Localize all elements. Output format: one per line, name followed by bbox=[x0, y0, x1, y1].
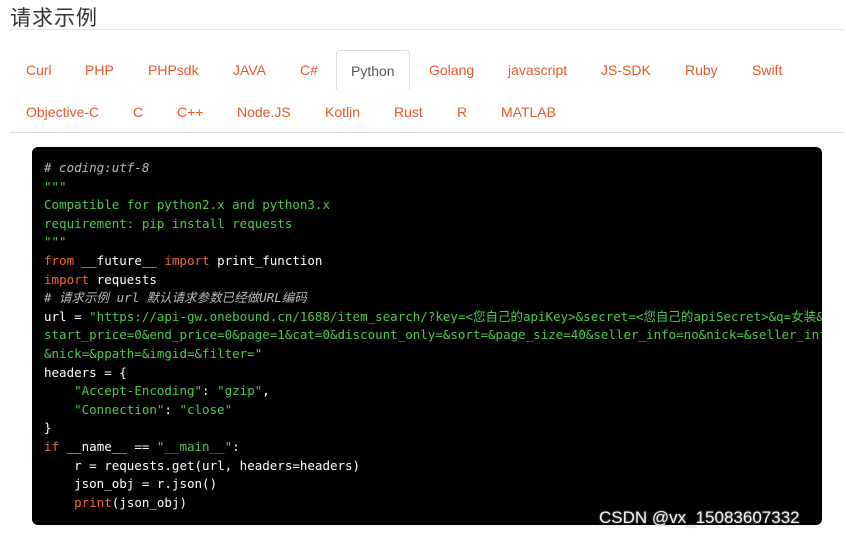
code-token: """ bbox=[44, 178, 67, 194]
tab-ruby[interactable]: Ruby bbox=[685, 50, 718, 90]
tab-matlab[interactable]: MATLAB bbox=[501, 92, 556, 132]
code-token: # coding:utf-8 bbox=[44, 160, 150, 175]
code-line: from __future__ import print_function bbox=[44, 252, 810, 271]
code-token: "gzip" bbox=[217, 383, 263, 399]
code-token: __future__ bbox=[74, 252, 165, 268]
tab-c[interactable]: C bbox=[133, 92, 143, 132]
code-token: "https://api-gw.onebound.cn/1688/item_se… bbox=[89, 308, 822, 324]
tabs-divider bbox=[10, 132, 844, 133]
code-line: if __name__ == "__main__": bbox=[44, 438, 810, 457]
tab-javascript[interactable]: javascript bbox=[508, 50, 567, 90]
code-token: requests bbox=[89, 271, 157, 287]
code-token: "__main__" bbox=[156, 438, 233, 454]
code-text: # coding:utf-8 """ Compatible for python2.… bbox=[44, 159, 822, 512]
tab-nodejs[interactable]: Node.JS bbox=[237, 92, 291, 132]
tab-php[interactable]: PHP bbox=[85, 50, 114, 90]
code-token: json_obj = r.json() bbox=[44, 476, 218, 492]
code-token: headers = { bbox=[44, 364, 127, 380]
tab-curl[interactable]: Curl bbox=[26, 50, 52, 90]
code-token: if bbox=[44, 438, 60, 454]
tab-python[interactable]: Python bbox=[336, 50, 410, 90]
tab-java[interactable]: JAVA bbox=[233, 50, 266, 90]
tab-cpp[interactable]: C++ bbox=[177, 92, 203, 132]
code-token: from bbox=[44, 252, 75, 268]
tab-phpsdk[interactable]: PHPsdk bbox=[148, 50, 199, 90]
code-token: import bbox=[164, 252, 210, 268]
code-line: json_obj = r.json() bbox=[44, 475, 810, 494]
code-line: Compatible for python2.x and python3.x bbox=[44, 196, 810, 215]
code-token: "Accept-Encoding" bbox=[74, 383, 203, 399]
code-line: """ bbox=[44, 178, 810, 197]
code-token: } bbox=[44, 420, 52, 436]
code-line: r = requests.get(url, headers=headers) bbox=[44, 457, 810, 476]
tab-kotlin[interactable]: Kotlin bbox=[325, 92, 360, 132]
code-token: print_function bbox=[209, 252, 323, 268]
code-token: &nick=&ppath=&imgid=&filter=" bbox=[44, 345, 263, 361]
tab-csharp[interactable]: C# bbox=[300, 50, 318, 90]
tab-js-sdk[interactable]: JS-SDK bbox=[601, 50, 651, 90]
code-line: start_price=0&end_price=0&page=1&cat=0&d… bbox=[44, 326, 822, 345]
code-token: : bbox=[202, 383, 218, 399]
tab-rust[interactable]: Rust bbox=[394, 92, 423, 132]
code-token: "close" bbox=[179, 401, 233, 417]
code-token: "Connection" bbox=[74, 401, 165, 417]
code-token: : bbox=[232, 438, 240, 454]
code-token: (json_obj) bbox=[111, 494, 188, 510]
code-line: import requests bbox=[44, 271, 810, 290]
code-token: print bbox=[74, 494, 112, 510]
code-line: # 请求示例 url 默认请求参数已经做URL编码 bbox=[44, 289, 810, 308]
code-token: __name__ == bbox=[59, 438, 157, 454]
code-line: # coding:utf-8 bbox=[44, 159, 810, 178]
code-token: , bbox=[262, 383, 270, 399]
tab-r[interactable]: R bbox=[457, 92, 467, 132]
code-line: "Accept-Encoding": "gzip", bbox=[44, 382, 810, 401]
code-line: requirement: pip install requests bbox=[44, 215, 810, 234]
code-token: : bbox=[164, 401, 180, 417]
tab-golang[interactable]: Golang bbox=[429, 50, 474, 90]
code-token: r = requests.get(url, headers=headers) bbox=[44, 457, 361, 473]
code-token: Compatible for python2.x and python3.x bbox=[44, 197, 330, 213]
tab-objective-c[interactable]: Objective-C bbox=[26, 92, 99, 132]
title-divider bbox=[10, 29, 844, 30]
code-line: } bbox=[44, 419, 810, 438]
tab-swift[interactable]: Swift bbox=[752, 50, 782, 90]
code-line: &nick=&ppath=&imgid=&filter=" bbox=[44, 345, 810, 364]
watermark: CSDN @vx_15083607332 bbox=[599, 508, 800, 527]
code-token: start_price=0&end_price=0&page=1&cat=0&d… bbox=[44, 327, 822, 343]
code-line: "Connection": "close" bbox=[44, 401, 810, 420]
code-line: url = "https://api-gw.onebound.cn/1688/i… bbox=[44, 308, 822, 327]
language-tabs: Curl PHP PHPsdk JAVA C# Python Golang ja… bbox=[10, 50, 846, 132]
page-title: 请求示例 bbox=[10, 7, 98, 30]
code-token: url = bbox=[44, 308, 90, 324]
code-token: # 请求示例 url 默认请求参数已经做URL编码 bbox=[44, 290, 307, 306]
code-block[interactable]: # coding:utf-8 """ Compatible for python2.… bbox=[32, 147, 822, 525]
code-line: """ bbox=[44, 233, 810, 252]
code-token: """ bbox=[44, 234, 67, 250]
code-token: requirement: pip install requests bbox=[44, 215, 293, 231]
code-line: headers = { bbox=[44, 364, 810, 383]
code-token: import bbox=[44, 271, 90, 287]
